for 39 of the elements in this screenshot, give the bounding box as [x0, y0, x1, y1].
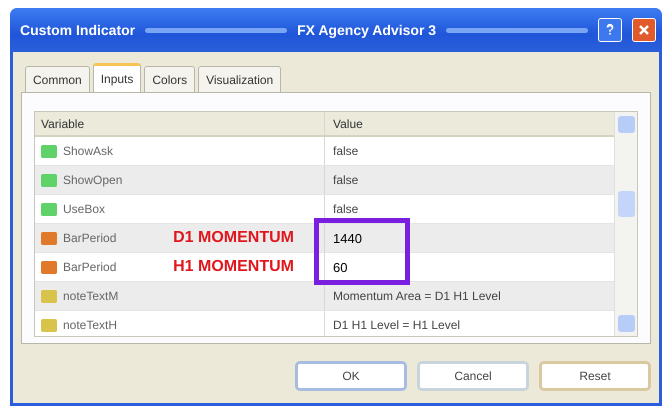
- tab[interactable]: Common: [25, 66, 90, 92]
- variable-name: ShowAsk: [63, 144, 114, 158]
- variable-icon: [41, 260, 57, 274]
- scrollbar[interactable]: [614, 112, 637, 336]
- variable-icon: [41, 174, 57, 186]
- tab[interactable]: Colors: [144, 66, 196, 92]
- variable-value: D1 H1 Level = H1 Level: [333, 318, 460, 332]
- variable-icon: [41, 202, 57, 216]
- window-title: Custom Indicator: [20, 22, 136, 38]
- column-header: Variable: [35, 112, 325, 135]
- variable-value: false: [333, 173, 358, 187]
- variable-value: false: [333, 202, 358, 216]
- variable-value: 1440: [333, 230, 362, 246]
- close-button[interactable]: [632, 18, 656, 42]
- help-button[interactable]: [598, 18, 622, 42]
- tab[interactable]: Visualization: [198, 66, 282, 92]
- variable-value: false: [333, 144, 358, 158]
- window-subtitle: FX Agency Advisor 3: [297, 22, 436, 38]
- variable-value: Momentum Area = D1 H1 Level: [333, 289, 501, 303]
- annotation-label: D1 MOMENTUM: [173, 229, 295, 247]
- variable-name: ShowOpen: [63, 173, 122, 187]
- column-header: Value: [332, 116, 364, 132]
- variable-name: noteTextM: [63, 289, 118, 303]
- variable-name: UseBox: [63, 202, 106, 216]
- dialog-button[interactable]: OK: [295, 361, 407, 391]
- dialog-button[interactable]: Cancel: [417, 361, 529, 391]
- variable-name: noteTextH: [63, 318, 118, 332]
- help-icon: [605, 23, 616, 37]
- variable-icon: [41, 144, 57, 158]
- tab[interactable]: Inputs: [92, 63, 142, 92]
- variable-value: 60: [333, 260, 348, 274]
- variable-name: BarPeriod: [63, 231, 116, 245]
- dialog-button[interactable]: Reset: [539, 361, 651, 391]
- close-icon: [638, 24, 650, 36]
- annotation-label: H1 MOMENTUM: [173, 258, 295, 276]
- variable-icon: [41, 232, 57, 244]
- variable-icon: [41, 290, 57, 302]
- variable-icon: [41, 318, 57, 332]
- variable-name: BarPeriod: [63, 260, 116, 274]
